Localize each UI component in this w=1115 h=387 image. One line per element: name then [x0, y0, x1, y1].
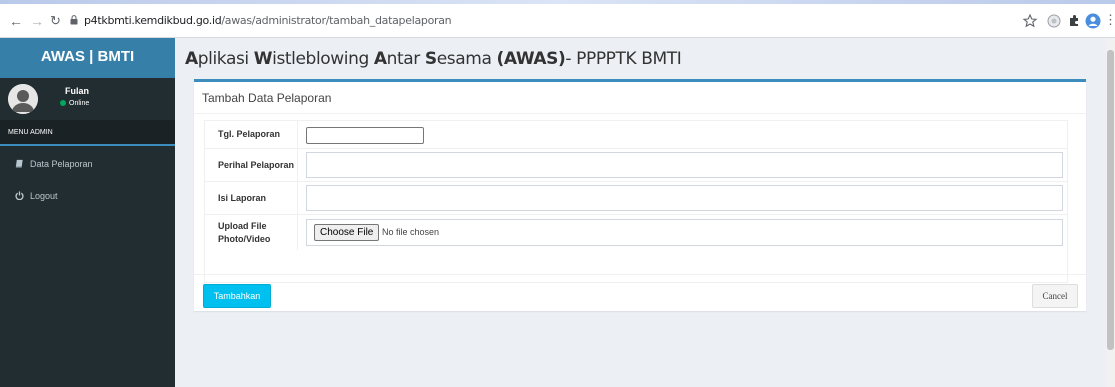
perihal-pelaporan-label: Perihal Pelaporan — [205, 149, 298, 181]
sidebar-item-data-pelaporan[interactable]: Data Pelaporan — [0, 151, 175, 177]
online-dot-icon — [60, 100, 66, 106]
page-title-part: esama — [436, 49, 497, 69]
user-name: Fulan — [65, 86, 89, 96]
page-title-part: istleblowing — [272, 49, 374, 69]
browser-menu-icon[interactable]: ⋮ — [1104, 12, 1115, 28]
sidebar: AWAS | BMTI Fulan Online MENU ADMIN Data… — [0, 38, 175, 387]
page-title-part: W — [253, 49, 273, 69]
form-box: Tambah Data Pelaporan Tgl. Pelaporan Per… — [194, 79, 1086, 311]
app-logo[interactable]: AWAS | BMTI — [0, 38, 175, 78]
page-title-part: ntar — [386, 49, 425, 69]
url-path: /awas/administrator/tambah_datapelaporan — [221, 14, 452, 27]
browser-toolbar: ← → ↻ p4tkbmti.kemdikbud.go.id/awas/admi… — [0, 4, 1115, 38]
menu-header: MENU ADMIN — [0, 120, 175, 146]
page-title: Aplikasi Wistleblowing Antar Sesama (AWA… — [185, 49, 682, 69]
reload-icon[interactable]: ↻ — [50, 13, 61, 29]
scrollbar[interactable] — [1106, 38, 1115, 387]
url-domain: p4tkbmti.kemdikbud.go.id — [84, 14, 222, 27]
lock-icon[interactable] — [70, 15, 78, 25]
cancel-button[interactable]: Cancel — [1032, 284, 1078, 308]
sidebar-item-logout[interactable]: Logout — [0, 183, 175, 209]
extension-badge-icon[interactable] — [1046, 13, 1062, 29]
address-bar[interactable]: p4tkbmti.kemdikbud.go.id/awas/administra… — [84, 14, 452, 27]
forward-arrow-icon[interactable]: → — [30, 13, 44, 29]
sidebar-item-label: Data Pelaporan — [30, 159, 93, 169]
choose-file-button[interactable]: Choose File — [314, 224, 380, 241]
page-title-part: - PPPPTK BMTI — [565, 49, 682, 69]
user-status: Online — [60, 100, 89, 107]
form-table: Tgl. Pelaporan Perihal Pelaporan Isi Lap… — [204, 120, 1068, 283]
user-status-text: Online — [69, 100, 90, 107]
page-title-part: S — [424, 49, 437, 69]
page-title-part: A — [185, 49, 198, 69]
box-title: Tambah Data Pelaporan — [202, 91, 332, 105]
form-row-isi: Isi Laporan — [205, 182, 1067, 215]
app-window: ← → ↻ p4tkbmti.kemdikbud.go.id/awas/admi… — [0, 0, 1115, 387]
back-arrow-icon[interactable]: ← — [9, 13, 23, 29]
tgl-pelaporan-input[interactable] — [306, 127, 424, 144]
box-footer-divider — [194, 274, 1086, 275]
tambahkan-button[interactable]: Tambahkan — [203, 284, 271, 308]
user-panel: Fulan Online — [0, 78, 175, 120]
sidebar-item-label: Logout — [30, 191, 58, 201]
isi-laporan-input[interactable] — [306, 185, 1063, 211]
perihal-pelaporan-input[interactable] — [306, 152, 1063, 178]
profile-avatar-icon[interactable] — [1085, 13, 1101, 29]
bookmark-star-icon[interactable] — [1022, 13, 1038, 29]
no-file-text: No file chosen — [382, 227, 440, 237]
power-icon — [15, 191, 24, 201]
avatar — [8, 84, 38, 114]
upload-file-field: Choose File No file chosen — [306, 219, 1063, 246]
page-title-part: (AWAS) — [496, 49, 566, 69]
scrollbar-thumb[interactable] — [1107, 50, 1114, 350]
form-row-upload: Upload File Photo/Video Choose File No f… — [205, 215, 1067, 250]
form-row-perihal: Perihal Pelaporan — [205, 149, 1067, 182]
book-icon — [15, 159, 23, 168]
user-silhouette-icon — [8, 84, 38, 114]
page-title-part: A — [373, 49, 387, 69]
isi-laporan-label: Isi Laporan — [205, 182, 298, 214]
extensions-puzzle-icon[interactable] — [1066, 13, 1082, 29]
tgl-pelaporan-label: Tgl. Pelaporan — [205, 121, 298, 148]
form-row-tgl: Tgl. Pelaporan — [205, 121, 1067, 149]
upload-file-label: Upload File Photo/Video — [205, 215, 298, 250]
box-divider — [194, 113, 1086, 114]
page-title-part: plikasi — [197, 49, 254, 69]
